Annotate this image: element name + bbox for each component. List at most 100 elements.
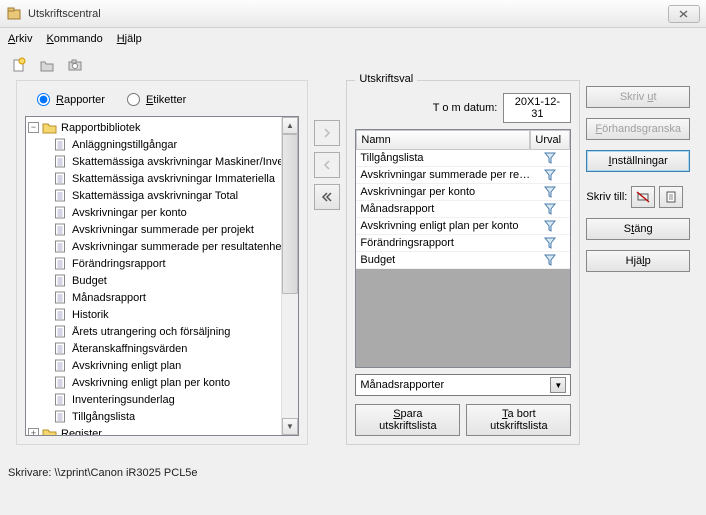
tree-row[interactable]: Skattemässiga avskrivningar Immateriella xyxy=(26,170,281,187)
scroll-thumb[interactable] xyxy=(282,134,298,294)
radio-etiketter-input[interactable] xyxy=(127,93,140,106)
installningar-button[interactable]: Inställningar xyxy=(586,150,690,172)
toolbar xyxy=(0,50,706,80)
tree-row[interactable]: Månadsrapport xyxy=(26,289,281,306)
tree-row[interactable]: −Rapportbibliotek xyxy=(26,119,281,136)
tree-label: Månadsrapport xyxy=(72,292,146,304)
toolbar-open-button[interactable] xyxy=(36,54,58,76)
tree-label: Budget xyxy=(72,275,107,287)
funnel-icon xyxy=(544,237,556,249)
twisty-plus-icon[interactable]: + xyxy=(28,428,39,435)
tree-label: Inventeringsunderlag xyxy=(72,394,175,406)
tree-row[interactable]: Avskrivningar summerade per resultatenhe… xyxy=(26,238,281,255)
folder-icon xyxy=(42,427,57,435)
forhandsgranska-button[interactable]: Förhandsgranska xyxy=(586,118,690,140)
document-icon xyxy=(53,393,68,406)
chevron-right-icon xyxy=(322,128,332,138)
document-icon xyxy=(53,410,68,423)
selection-grid[interactable]: Namn Urval TillgångslistaAvskrivningar s… xyxy=(355,129,571,368)
tree-scrollbar[interactable]: ▲ ▼ xyxy=(281,117,298,435)
tree-row[interactable]: Avskrivningar summerade per projekt xyxy=(26,221,281,238)
twisty-minus-icon[interactable]: − xyxy=(28,122,39,133)
grid-row[interactable]: Avskrivning enligt plan per konto xyxy=(356,218,570,235)
document-icon xyxy=(53,308,68,321)
document-icon xyxy=(53,155,68,168)
grid-cell-urval[interactable] xyxy=(530,220,570,232)
move-all-left-button[interactable] xyxy=(314,184,340,210)
skrivtill-file-button[interactable] xyxy=(659,186,683,208)
grid-cell-urval[interactable] xyxy=(530,203,570,215)
report-tree[interactable]: −RapportbibliotekAnläggningstillgångarSk… xyxy=(25,116,299,436)
col-namn[interactable]: Namn xyxy=(356,130,530,150)
tree-label: Återanskaffningsvärden xyxy=(72,343,187,355)
tree-row[interactable]: Tillgångslista xyxy=(26,408,281,425)
list-combo[interactable]: Månadsrapporter ▼ xyxy=(355,374,571,396)
tree-row[interactable]: Årets utrangering och försäljning xyxy=(26,323,281,340)
date-input[interactable]: 20X1-12-31 xyxy=(503,93,571,123)
menu-hjalp[interactable]: Hjälp xyxy=(117,33,142,45)
radio-rapporter-input[interactable] xyxy=(37,93,50,106)
grid-row[interactable]: Månadsrapport xyxy=(356,201,570,218)
chevron-left-icon xyxy=(322,160,332,170)
grid-cell-name: Förändringsrapport xyxy=(356,237,530,249)
document-icon xyxy=(53,274,68,287)
grid-cell-urval[interactable] xyxy=(530,237,570,249)
tree-row[interactable]: Förändringsrapport xyxy=(26,255,281,272)
combo-dropdown-button[interactable]: ▼ xyxy=(550,377,566,393)
grid-cell-urval[interactable] xyxy=(530,169,570,181)
stang-button[interactable]: Stäng xyxy=(586,218,690,240)
move-right-button[interactable] xyxy=(314,120,340,146)
tabort-button[interactable]: Ta bort utskriftslista xyxy=(466,404,571,436)
hjalp-button[interactable]: Hjälp xyxy=(586,250,690,272)
funnel-icon xyxy=(544,203,556,215)
skrivtill-printer-button[interactable] xyxy=(631,186,655,208)
tree-row[interactable]: Historik xyxy=(26,306,281,323)
funnel-icon xyxy=(544,186,556,198)
tree-label: Avskrivning enligt plan xyxy=(72,360,181,372)
tree-row[interactable]: Avskrivningar per konto xyxy=(26,204,281,221)
grid-cell-name: Avskrivning enligt plan per konto xyxy=(356,220,530,232)
tree-label: Skattemässiga avskrivningar Total xyxy=(72,190,238,202)
radio-rapporter[interactable]: Rapporter xyxy=(37,93,105,106)
folder-icon xyxy=(42,121,57,134)
menu-kommando[interactable]: Kommando xyxy=(46,33,102,45)
grid-cell-urval[interactable] xyxy=(530,186,570,198)
tree-row[interactable]: Avskrivning enligt plan per konto xyxy=(26,374,281,391)
close-icon xyxy=(679,10,689,18)
toolbar-camera-button[interactable] xyxy=(64,54,86,76)
tree-label: Skattemässiga avskrivningar Immateriella xyxy=(72,173,275,185)
skrivtill-label: Skriv till: xyxy=(586,191,627,203)
tree-row[interactable]: Skattemässiga avskrivningar Maskiner/Inv… xyxy=(26,153,281,170)
radio-etiketter[interactable]: Etiketter xyxy=(127,93,186,106)
tree-row[interactable]: Inventeringsunderlag xyxy=(26,391,281,408)
toolbar-new-button[interactable] xyxy=(8,54,30,76)
spara-button[interactable]: Spara utskriftslista xyxy=(355,404,460,436)
grid-cell-urval[interactable] xyxy=(530,254,570,266)
move-left-button[interactable] xyxy=(314,152,340,178)
grid-row[interactable]: Förändringsrapport xyxy=(356,235,570,252)
grid-row[interactable]: Tillgångslista xyxy=(356,150,570,167)
grid-cell-urval[interactable] xyxy=(530,152,570,164)
tree-row[interactable]: Budget xyxy=(26,272,281,289)
tree-row[interactable]: Avskrivning enligt plan xyxy=(26,357,281,374)
menu-arkiv[interactable]: Arkiv xyxy=(8,33,32,45)
grid-row[interactable]: Avskrivningar summerade per resultaten..… xyxy=(356,167,570,184)
grid-row[interactable]: Avskrivningar per konto xyxy=(356,184,570,201)
document-icon xyxy=(53,223,68,236)
grid-cell-name: Månadsrapport xyxy=(356,203,530,215)
col-urval[interactable]: Urval xyxy=(530,130,570,150)
tree-label: Förändringsrapport xyxy=(72,258,166,270)
grid-row[interactable]: Budget xyxy=(356,252,570,269)
scroll-down-button[interactable]: ▼ xyxy=(282,418,298,435)
skrivut-button[interactable]: Skriv ut xyxy=(586,86,690,108)
tree-row[interactable]: Skattemässiga avskrivningar Total xyxy=(26,187,281,204)
tree-label: Avskrivningar summerade per resultatenhe… xyxy=(72,241,281,253)
document-icon xyxy=(53,342,68,355)
scroll-up-button[interactable]: ▲ xyxy=(282,117,298,134)
status-bar: Skrivare: \\zprint\Canon iR3025 PCL5e xyxy=(0,453,706,483)
tree-row[interactable]: +Register xyxy=(26,425,281,435)
tree-row[interactable]: Återanskaffningsvärden xyxy=(26,340,281,357)
tree-row[interactable]: Anläggningstillgångar xyxy=(26,136,281,153)
close-button[interactable] xyxy=(668,5,700,23)
document-icon xyxy=(53,138,68,151)
